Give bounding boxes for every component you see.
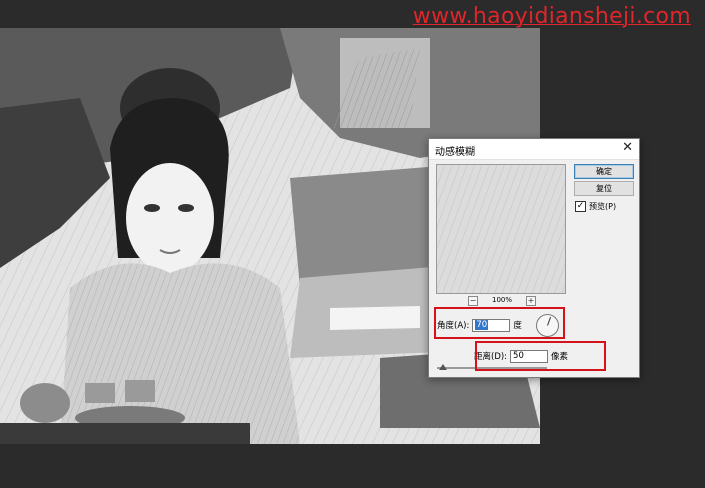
filter-preview[interactable] [436,164,566,294]
preview-checkbox-label: 预览(P) [589,202,617,211]
preview-checkbox-row[interactable]: ✓ 预览(P) [575,201,616,212]
preview-blur-texture [437,165,565,293]
preview-checkbox[interactable]: ✓ [575,201,586,212]
ok-button[interactable]: 确定 [574,164,634,179]
motion-blur-dialog: 动感模糊 ✕ − 100% + 确定 复位 ✓ 预览(P) 角度(A): 70 … [428,138,640,378]
angle-row: 角度(A): 70 度 [437,313,559,337]
close-icon[interactable]: ✕ [622,140,633,155]
angle-unit: 度 [513,321,522,331]
distance-label: 距离(D): [474,352,508,362]
zoom-out-button[interactable]: − [468,296,478,306]
angle-value: 70 [475,319,489,330]
distance-slider[interactable] [437,364,547,370]
zoom-level: 100% [492,296,513,304]
zoom-in-button[interactable]: + [526,296,536,306]
angle-dial-needle [546,316,551,326]
watermark-url: www.haoyidiansheji.com [412,4,691,29]
dialog-titlebar[interactable]: 动感模糊 ✕ [429,139,639,160]
distance-row: 距离(D): 50 像素 [474,349,568,363]
distance-input[interactable]: 50 [510,349,549,363]
angle-dial-icon[interactable] [535,313,559,337]
angle-label: 角度(A): [437,321,470,331]
distance-slider-thumb[interactable] [438,364,447,370]
preview-zoom-controls: − 100% + [436,296,566,308]
reset-button[interactable]: 复位 [574,181,634,196]
distance-unit: 像素 [551,352,569,362]
angle-input[interactable]: 70 [472,318,511,332]
dialog-title: 动感模糊 [435,147,475,158]
